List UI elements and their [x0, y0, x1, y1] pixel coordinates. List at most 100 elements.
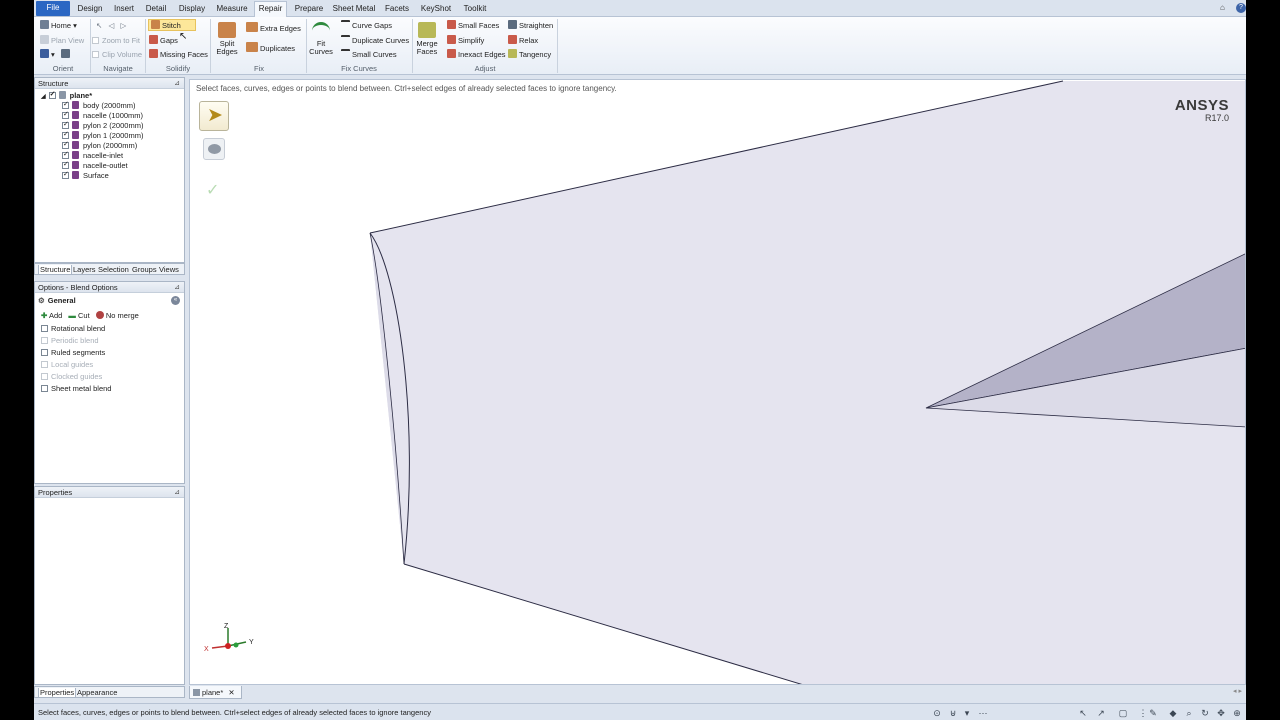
ruled-segments-option[interactable]: Ruled segments [41, 348, 105, 358]
pointer-icon[interactable]: ↗ [1096, 708, 1106, 718]
visibility-checkbox[interactable] [62, 150, 69, 160]
visibility-checkbox[interactable] [62, 110, 69, 120]
no-merge-mode-option[interactable]: No merge [95, 311, 139, 320]
tree-item[interactable]: pylon (2000mm) [62, 140, 137, 151]
visibility-checkbox[interactable] [62, 100, 69, 110]
add-mode-option[interactable]: ✚ Add [41, 311, 62, 320]
extra-edges-button[interactable]: Extra Edges [246, 22, 301, 34]
view-icon[interactable]: ⊕ [1232, 708, 1242, 718]
select-mode-icon[interactable]: ↖ [1078, 708, 1088, 718]
box-select-icon[interactable]: ▢ [1118, 708, 1128, 718]
select-tool-button[interactable]: ↖ ◁ ▷ [96, 20, 126, 32]
tab-sheet-metal[interactable]: Sheet Metal [332, 2, 376, 17]
visibility-checkbox[interactable] [62, 140, 69, 150]
straighten-button[interactable]: Straighten [508, 20, 553, 32]
tab-properties[interactable]: Properties [38, 688, 77, 698]
visibility-checkbox[interactable] [48, 90, 56, 100]
tab-repair[interactable]: Repair [254, 1, 287, 17]
tab-facets[interactable]: Facets [382, 2, 412, 17]
rotational-blend-checkbox[interactable] [41, 325, 48, 332]
dropdown-icon[interactable]: ▾ [962, 708, 972, 718]
tab-detail[interactable]: Detail [142, 2, 170, 17]
merge-faces-button[interactable]: Merge Faces [414, 22, 440, 56]
clocked-guides-checkbox[interactable] [41, 373, 48, 380]
small-curves-button[interactable]: Small Curves [341, 49, 397, 61]
tangency-button[interactable]: Tangency [508, 49, 551, 61]
tab-prepare[interactable]: Prepare [291, 2, 327, 17]
tab-file[interactable]: File [36, 1, 70, 16]
tree-item[interactable]: Surface [62, 170, 109, 181]
dimension-icon[interactable]: ⊎ [948, 708, 958, 718]
tree-item[interactable]: pylon 2 (2000mm) [62, 120, 143, 131]
collapse-section-icon[interactable]: « [171, 296, 180, 305]
ruled-segments-checkbox[interactable] [41, 349, 48, 356]
missing-faces-button[interactable]: Missing Faces [149, 49, 208, 61]
document-tab[interactable]: plane* ✕ [189, 686, 242, 699]
tree-item[interactable]: nacelle (1000mm) [62, 110, 143, 121]
duplicate-curves-button[interactable]: Duplicate Curves [341, 35, 409, 47]
clip-volume-button[interactable]: Clip Volume [92, 49, 142, 61]
visibility-checkbox[interactable] [62, 160, 69, 170]
view-cube-button[interactable]: ▾ [40, 49, 72, 61]
clocked-guides-option[interactable]: Clocked guides [41, 372, 102, 382]
tab-groups[interactable]: Groups [132, 265, 157, 275]
inexact-edges-button[interactable]: Inexact Edges [447, 49, 506, 61]
stitch-button[interactable]: Stitch [148, 19, 196, 31]
tab-structure[interactable]: Structure [38, 265, 73, 275]
local-guides-option[interactable]: Local guides [41, 360, 93, 370]
tab-measure[interactable]: Measure [214, 2, 250, 17]
paint-icon[interactable]: ✎ [1148, 708, 1158, 718]
sheet-metal-blend-checkbox[interactable] [41, 385, 48, 392]
tree-item[interactable]: pylon 1 (2000mm) [62, 130, 143, 141]
select-guide-tool-button[interactable]: ➤ [199, 101, 229, 131]
options-section-general[interactable]: ⚙ General [38, 296, 76, 306]
tab-design[interactable]: Design [74, 2, 106, 17]
small-faces-button[interactable]: Small Faces [447, 20, 499, 32]
tab-selection[interactable]: Selection [98, 265, 129, 275]
wing-model[interactable] [190, 80, 1246, 685]
complete-tool-button[interactable]: ✓ [203, 179, 225, 201]
3d-viewport[interactable]: Select faces, curves, edges or points to… [189, 79, 1246, 685]
filter-icon[interactable]: ⋮ [1138, 708, 1148, 718]
more-options-icon[interactable]: ⋯ [978, 708, 988, 718]
simplify-button[interactable]: Simplify [447, 35, 484, 47]
curve-gaps-button[interactable]: Curve Gaps [341, 20, 392, 32]
split-edges-button[interactable]: Split Edges [214, 22, 240, 56]
snap-icon[interactable]: ⊙ [932, 708, 942, 718]
sheet-metal-blend-option[interactable]: Sheet metal blend [41, 384, 111, 394]
home-button[interactable]: Home ▾ [40, 20, 77, 32]
tab-display[interactable]: Display [175, 2, 209, 17]
help-icon[interactable]: ? [1236, 3, 1246, 13]
duplicates-button[interactable]: Duplicates [246, 42, 295, 54]
zoom-to-fit-button[interactable]: Zoom to Fit [92, 35, 140, 47]
plan-view-button[interactable]: Plan View [40, 35, 84, 47]
tree-item[interactable]: nacelle-inlet [62, 150, 123, 161]
periodic-blend-checkbox[interactable] [41, 337, 48, 344]
tab-scroll-icon[interactable]: ◂ ▸ [1233, 687, 1242, 695]
pin-icon[interactable]: ⊿ [174, 487, 180, 498]
select-profile-tool-button[interactable] [203, 138, 225, 160]
tab-toolkit[interactable]: Toolkit [459, 2, 491, 17]
visibility-checkbox[interactable] [62, 130, 69, 140]
collapse-icon[interactable]: ◢ [41, 94, 46, 100]
visibility-icon[interactable]: ◆ [1168, 708, 1178, 718]
tab-insert[interactable]: Insert [110, 2, 138, 17]
gaps-button[interactable]: Gaps [149, 35, 178, 47]
visibility-checkbox[interactable] [62, 120, 69, 130]
pin-icon[interactable]: ⊿ [174, 282, 180, 293]
rotational-blend-option[interactable]: Rotational blend [41, 324, 105, 334]
pin-icon[interactable]: ⊿ [174, 78, 180, 89]
relax-button[interactable]: Relax [508, 35, 538, 47]
local-guides-checkbox[interactable] [41, 361, 48, 368]
minimize-ribbon-icon[interactable]: ⌂ [1220, 3, 1225, 12]
tab-views[interactable]: Views [159, 265, 179, 275]
periodic-blend-option[interactable]: Periodic blend [41, 336, 99, 346]
spin-icon[interactable]: ↻ [1200, 708, 1210, 718]
close-icon[interactable]: ✕ [228, 688, 234, 697]
cut-mode-option[interactable]: ▬ Cut [68, 311, 89, 320]
tree-item[interactable]: nacelle-outlet [62, 160, 128, 171]
tab-appearance[interactable]: Appearance [77, 688, 117, 698]
tree-item[interactable]: body (2000mm) [62, 100, 136, 111]
zoom-icon[interactable]: ⌕ [1184, 708, 1194, 718]
tab-keyshot[interactable]: KeyShot [419, 2, 453, 17]
